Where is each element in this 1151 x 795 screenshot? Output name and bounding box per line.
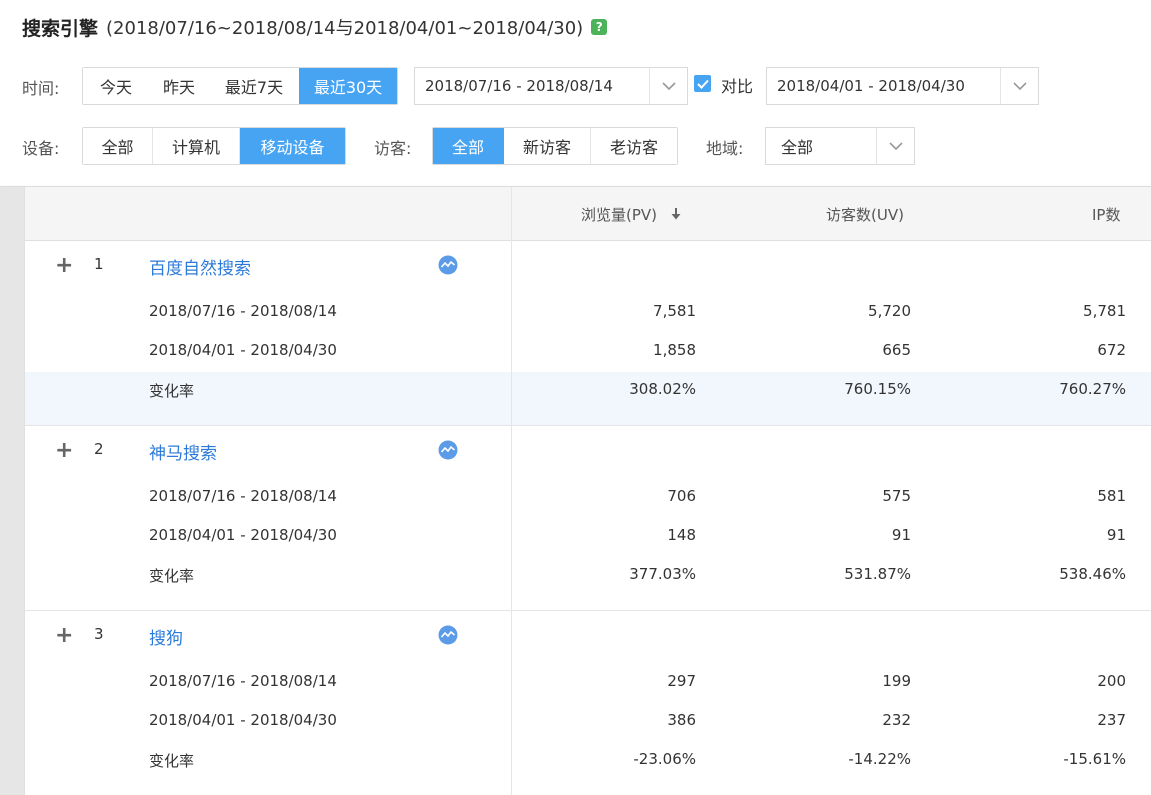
region-value: 全部	[781, 138, 814, 157]
chevron-down-icon	[1000, 68, 1038, 104]
row-rank: 1	[94, 255, 104, 273]
ip-change: -15.61%	[1063, 750, 1126, 768]
time-yesterday-button[interactable]: 昨天	[149, 68, 209, 104]
expand-plus-icon[interactable]: +	[55, 440, 73, 462]
ip-change: 538.46%	[1059, 565, 1126, 583]
uv-value: 91	[891, 526, 911, 544]
change-rate-label: 变化率	[149, 752, 195, 770]
period1-label: 2018/07/16 - 2018/08/14	[149, 302, 337, 320]
device-all-button[interactable]: 全部	[83, 128, 153, 164]
row-rank: 3	[94, 625, 104, 643]
table-row-group: + 3 搜狗 2018/07/16 - 2018/08/14 297 199 2…	[25, 611, 1151, 795]
pv-value: 297	[667, 672, 696, 690]
date-range-value: 2018/07/16 - 2018/08/14	[425, 77, 613, 95]
region-label: 地域:	[706, 139, 744, 158]
period2-label: 2018/04/01 - 2018/04/30	[149, 711, 337, 729]
expand-plus-icon[interactable]: +	[55, 625, 73, 647]
pv-change: -23.06%	[633, 750, 696, 768]
table-row-group: + 2 神马搜索 2018/07/16 - 2018/08/14 706 575…	[25, 426, 1151, 611]
device-button-group: 全部 计算机 移动设备	[82, 127, 346, 165]
trend-chart-icon[interactable]	[438, 255, 458, 275]
column-header-ip[interactable]: IP数	[1092, 204, 1120, 225]
ip-value: 237	[1097, 711, 1126, 729]
visitor-returning-button[interactable]: 老访客	[591, 128, 677, 164]
time-label: 时间:	[22, 79, 60, 98]
pv-value: 7,581	[653, 302, 696, 320]
uv-value: 5,720	[868, 302, 911, 320]
visitor-label: 访客:	[374, 139, 412, 158]
uv-change: 531.87%	[844, 565, 911, 583]
source-name-link[interactable]: 百度自然搜索	[149, 254, 251, 279]
chevron-down-icon	[649, 68, 687, 104]
visitor-new-button[interactable]: 新访客	[504, 128, 591, 164]
uv-value: 665	[882, 341, 911, 359]
time-button-group: 今天 昨天 最近7天 最近30天	[82, 67, 398, 105]
help-icon[interactable]: ?	[591, 19, 608, 35]
time-today-button[interactable]: 今天	[83, 68, 149, 104]
uv-change: -14.22%	[848, 750, 911, 768]
sort-desc-icon	[670, 207, 682, 225]
ip-value: 581	[1097, 487, 1126, 505]
page-title-row: 搜索引擎 (2018/07/16~2018/08/14与2018/04/01~2…	[22, 12, 608, 42]
data-table: 浏览量(PV) 访客数(UV) IP数 + 1 百度自然搜索 2018/07/1…	[24, 187, 1151, 795]
ip-value: 91	[1106, 526, 1126, 544]
column-divider	[511, 241, 512, 795]
compare-range-select[interactable]: 2018/04/01 - 2018/04/30	[766, 67, 1039, 105]
compare-checkbox[interactable]	[694, 75, 711, 92]
uv-value: 575	[882, 487, 911, 505]
pv-change: 377.03%	[629, 565, 696, 583]
pv-value: 1,858	[653, 341, 696, 359]
period1-label: 2018/07/16 - 2018/08/14	[149, 672, 337, 690]
uv-change: 760.15%	[844, 380, 911, 398]
source-name-link[interactable]: 神马搜索	[149, 439, 217, 464]
pv-value: 706	[667, 487, 696, 505]
date-range-select[interactable]: 2018/07/16 - 2018/08/14	[414, 67, 688, 105]
pv-value: 148	[667, 526, 696, 544]
source-name-link[interactable]: 搜狗	[149, 624, 183, 649]
ip-value: 5,781	[1083, 302, 1126, 320]
period2-label: 2018/04/01 - 2018/04/30	[149, 526, 337, 544]
row-rank: 2	[94, 440, 104, 458]
column-header-label: 浏览量(PV)	[581, 206, 658, 224]
compare-range-value: 2018/04/01 - 2018/04/30	[777, 77, 965, 95]
column-header-pv[interactable]: 浏览量(PV)	[581, 204, 682, 225]
period2-label: 2018/04/01 - 2018/04/30	[149, 341, 337, 359]
left-gutter	[0, 187, 24, 795]
column-header-uv[interactable]: 访客数(UV)	[826, 204, 904, 225]
visitor-button-group: 全部 新访客 老访客	[432, 127, 678, 165]
trend-chart-icon[interactable]	[438, 440, 458, 460]
table-header: 浏览量(PV) 访客数(UV) IP数	[25, 187, 1151, 241]
page-subtitle: (2018/07/16~2018/08/14与2018/04/01~2018/0…	[106, 18, 584, 39]
visitor-all-button[interactable]: 全部	[433, 128, 504, 164]
device-mobile-button[interactable]: 移动设备	[240, 128, 345, 164]
pv-value: 386	[667, 711, 696, 729]
period1-label: 2018/07/16 - 2018/08/14	[149, 487, 337, 505]
time-last7-button[interactable]: 最近7天	[209, 68, 299, 104]
device-computer-button[interactable]: 计算机	[153, 128, 240, 164]
ip-change: 760.27%	[1059, 380, 1126, 398]
page-title: 搜索引擎	[22, 17, 99, 40]
change-rate-label: 变化率	[149, 567, 195, 585]
pv-change: 308.02%	[629, 380, 696, 398]
trend-chart-icon[interactable]	[438, 625, 458, 645]
ip-value: 672	[1097, 341, 1126, 359]
column-divider	[511, 187, 512, 241]
change-rate-label: 变化率	[149, 382, 195, 400]
time-last30-button[interactable]: 最近30天	[299, 68, 397, 104]
compare-label: 对比	[721, 77, 754, 96]
table-row-group: + 1 百度自然搜索 2018/07/16 - 2018/08/14 7,581…	[25, 241, 1151, 426]
region-select[interactable]: 全部	[765, 127, 915, 165]
expand-plus-icon[interactable]: +	[55, 255, 73, 277]
uv-value: 232	[882, 711, 911, 729]
uv-value: 199	[882, 672, 911, 690]
ip-value: 200	[1097, 672, 1126, 690]
chevron-down-icon	[876, 128, 914, 164]
device-label: 设备:	[22, 139, 60, 158]
